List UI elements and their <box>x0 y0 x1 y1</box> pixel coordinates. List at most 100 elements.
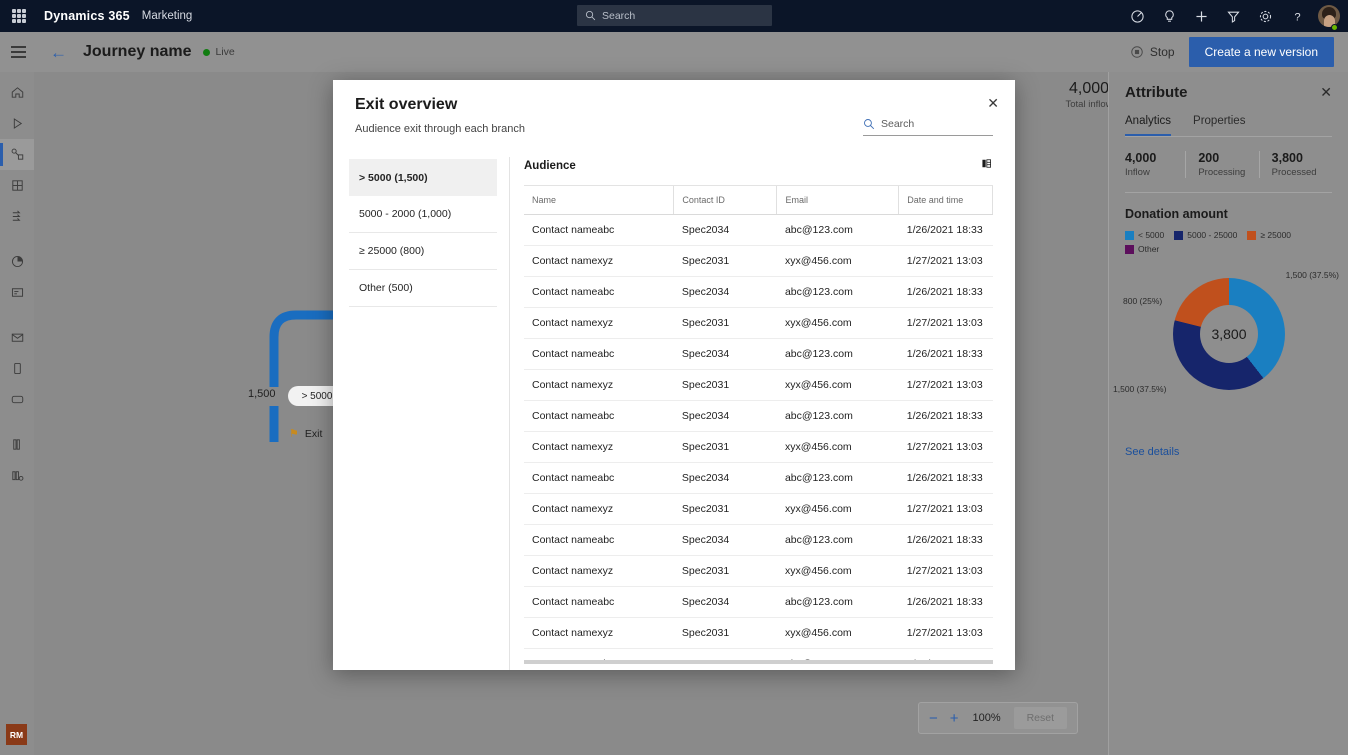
column-header-1[interactable]: Contact ID <box>673 186 778 215</box>
cell-name: Contact nameabc <box>524 648 674 660</box>
cell-date-and-time: 1/27/2021 13:03 <box>898 307 993 339</box>
cell-name: Contact nameabc <box>524 214 674 246</box>
cell-date-and-time: 1/26/2021 18:33 <box>898 524 993 556</box>
audience-section: Audience Name Contact ID Email Date and t <box>524 157 993 670</box>
dialog-body: > 5000 (1,500) 5000 - 2000 (1,000) ≥ 25000… <box>333 157 1015 670</box>
dialog-search-placeholder: Search <box>881 118 915 130</box>
branch-item-1[interactable]: 5000 - 2000 (1,000) <box>349 196 497 233</box>
cell-email: xyx@456.com <box>776 431 899 463</box>
cell-contact-id: Spec2034 <box>673 586 777 618</box>
cell-name: Contact namexyz <box>524 555 674 587</box>
cell-name: Contact nameabc <box>524 400 674 432</box>
audience-title: Audience <box>524 160 576 172</box>
table-row[interactable]: Contact nameabcSpec2034abc@123.com1/26/2… <box>524 586 993 618</box>
column-options-icon[interactable] <box>980 157 993 175</box>
table-row[interactable]: Contact nameabcSpec2034abc@123.com1/26/2… <box>524 524 993 556</box>
cell-name: Contact namexyz <box>524 369 674 401</box>
cell-name: Contact namexyz <box>524 431 674 463</box>
branch-list: > 5000 (1,500) 5000 - 2000 (1,000) ≥ 25000… <box>349 157 497 670</box>
cell-contact-id: Spec2034 <box>673 276 777 308</box>
table-row[interactable]: Contact nameabcSpec2034abc@123.com1/26/2… <box>524 462 993 494</box>
table-row[interactable]: Contact namexyz Spec2031 xyx@456.com 1/27/2… <box>524 245 993 277</box>
close-icon[interactable]: ✕ <box>987 96 999 110</box>
branch-item-2[interactable]: ≥ 25000 (800) <box>349 233 497 270</box>
cell-email: xyx@456.com <box>776 617 899 649</box>
dialog-header: Exit overview Audience exit through each… <box>333 80 1015 136</box>
cell-email: xyx@456.com <box>776 493 899 525</box>
cell-email: xyx@456.com <box>776 307 899 339</box>
cell-date-and-time: 1/26/2021 18:33 <box>898 400 993 432</box>
cell-contact-id: Spec2034 <box>673 648 777 660</box>
cell-email: xyx@456.com <box>776 555 899 587</box>
cell-name: Contact namexyz <box>524 617 674 649</box>
table-row[interactable]: Contact namexyz Spec2031 xyx@456.com 1/27/2… <box>524 555 993 587</box>
audience-header: Audience <box>524 157 993 186</box>
audience-table: Name Contact ID Email Date and time Contact… <box>524 186 993 660</box>
branch-item-3[interactable]: Other (500) <box>349 270 497 307</box>
column-header-2[interactable]: Email <box>776 186 900 215</box>
cell-email: abc@123.com <box>776 338 899 370</box>
cell-contact-id: Spec2031 <box>673 431 777 463</box>
cell-email: abc@123.com <box>776 586 899 618</box>
cell-date-and-time: 1/26/2021 18:33 <box>898 462 993 494</box>
cell-contact-id: Spec2031 <box>673 369 777 401</box>
cell-contact-id: Spec2031 <box>673 493 777 525</box>
dialog-title: Exit overview <box>355 96 458 113</box>
cell-name: Contact namexyz <box>524 245 674 277</box>
cell-email: xyx@456.com <box>776 369 899 401</box>
dynamics-marketing-app: Dynamics 365 Marketing Search ? ← Journe… <box>0 0 1348 755</box>
search-icon <box>864 119 875 130</box>
branch-item-0[interactable]: > 5000 (1,500) <box>349 159 497 196</box>
table-row[interactable]: Contact namexyz Spec2031 xyx@456.com 1/27/2… <box>524 617 993 649</box>
cell-email: abc@123.com <box>776 214 899 246</box>
cell-date-and-time: 1/27/2021 13:03 <box>898 617 993 649</box>
cell-date-and-time: 1/27/2021 13:03 <box>898 555 993 587</box>
cell-name: Contact namexyz <box>524 307 674 339</box>
cell-contact-id: Spec2031 <box>673 245 777 277</box>
cell-email: abc@123.com <box>776 400 899 432</box>
cell-date-and-time: 1/27/2021 13:03 <box>898 493 993 525</box>
vertical-divider <box>509 157 510 670</box>
horizontal-scrollbar[interactable] <box>524 660 993 664</box>
table-row[interactable]: Contact namexyz Spec2031 xyx@456.com 1/27/2… <box>524 369 993 401</box>
audience-table-scroll[interactable]: Name Contact ID Email Date and time Contact… <box>524 186 993 660</box>
table-row[interactable]: Contact namexyz Spec2031 xyx@456.com 1/27/2… <box>524 307 993 339</box>
cell-contact-id: Spec2034 <box>673 462 777 494</box>
cell-contact-id: Spec2031 <box>673 555 777 587</box>
table-row[interactable]: Contact nameabcSpec2034abc@123.com1/26/2… <box>524 338 993 370</box>
table-row[interactable]: Contact nameabcSpec2034abc@123.com1/26/2… <box>524 400 993 432</box>
table-body: Contact nameabc Spec2034 abc@123.com 1/26/2… <box>524 214 993 660</box>
table-row[interactable]: Contact namexyz Spec2031 xyx@456.com 1/27/2… <box>524 493 993 525</box>
table-row[interactable]: Contact nameabcSpec2034abc@123.com1/26/2… <box>524 214 993 246</box>
cell-contact-id: Spec2034 <box>673 338 777 370</box>
cell-email: abc@123.com <box>776 648 899 660</box>
table-row[interactable]: Contact nameabcSpec2034abc@123.com1/26/2… <box>524 648 993 660</box>
cell-name: Contact nameabc <box>524 276 674 308</box>
table-row[interactable]: Contact nameabcSpec2034abc@123.com1/26/2… <box>524 276 993 308</box>
cell-date-and-time: 1/26/2021 18:33 <box>898 214 993 246</box>
cell-name: Contact nameabc <box>524 524 674 556</box>
dialog-search-input[interactable]: Search <box>863 118 993 136</box>
cell-contact-id: Spec2031 <box>673 617 777 649</box>
cell-name: Contact nameabc <box>524 462 674 494</box>
cell-contact-id: Spec2031 <box>673 307 777 339</box>
cell-contact-id: Spec2034 <box>673 400 777 432</box>
cell-name: Contact nameabc <box>524 586 674 618</box>
cell-date-and-time: 1/26/2021 18:33 <box>898 276 993 308</box>
cell-date-and-time: 1/27/2021 13:03 <box>898 431 993 463</box>
column-header-0[interactable]: Name <box>524 186 675 215</box>
column-header-3[interactable]: Date and time <box>898 186 993 215</box>
cell-date-and-time: 1/27/2021 13:03 <box>898 369 993 401</box>
cell-name: Contact namexyz <box>524 493 674 525</box>
cell-contact-id: Spec2034 <box>673 214 777 246</box>
cell-contact-id: Spec2034 <box>673 524 777 556</box>
cell-email: abc@123.com <box>776 462 899 494</box>
table-header-row: Name Contact ID Email Date and time <box>524 186 993 215</box>
exit-overview-dialog: Exit overview Audience exit through each… <box>333 80 1015 670</box>
cell-date-and-time: 1/26/2021 18:33 <box>898 338 993 370</box>
cell-date-and-time: 1/26/2021 18:33 <box>898 586 993 618</box>
table-row[interactable]: Contact namexyz Spec2031 xyx@456.com 1/27/2… <box>524 431 993 463</box>
cell-date-and-time: 1/26/2021 18:33 <box>898 648 993 660</box>
cell-email: abc@123.com <box>776 276 899 308</box>
cell-email: xyx@456.com <box>776 245 899 277</box>
